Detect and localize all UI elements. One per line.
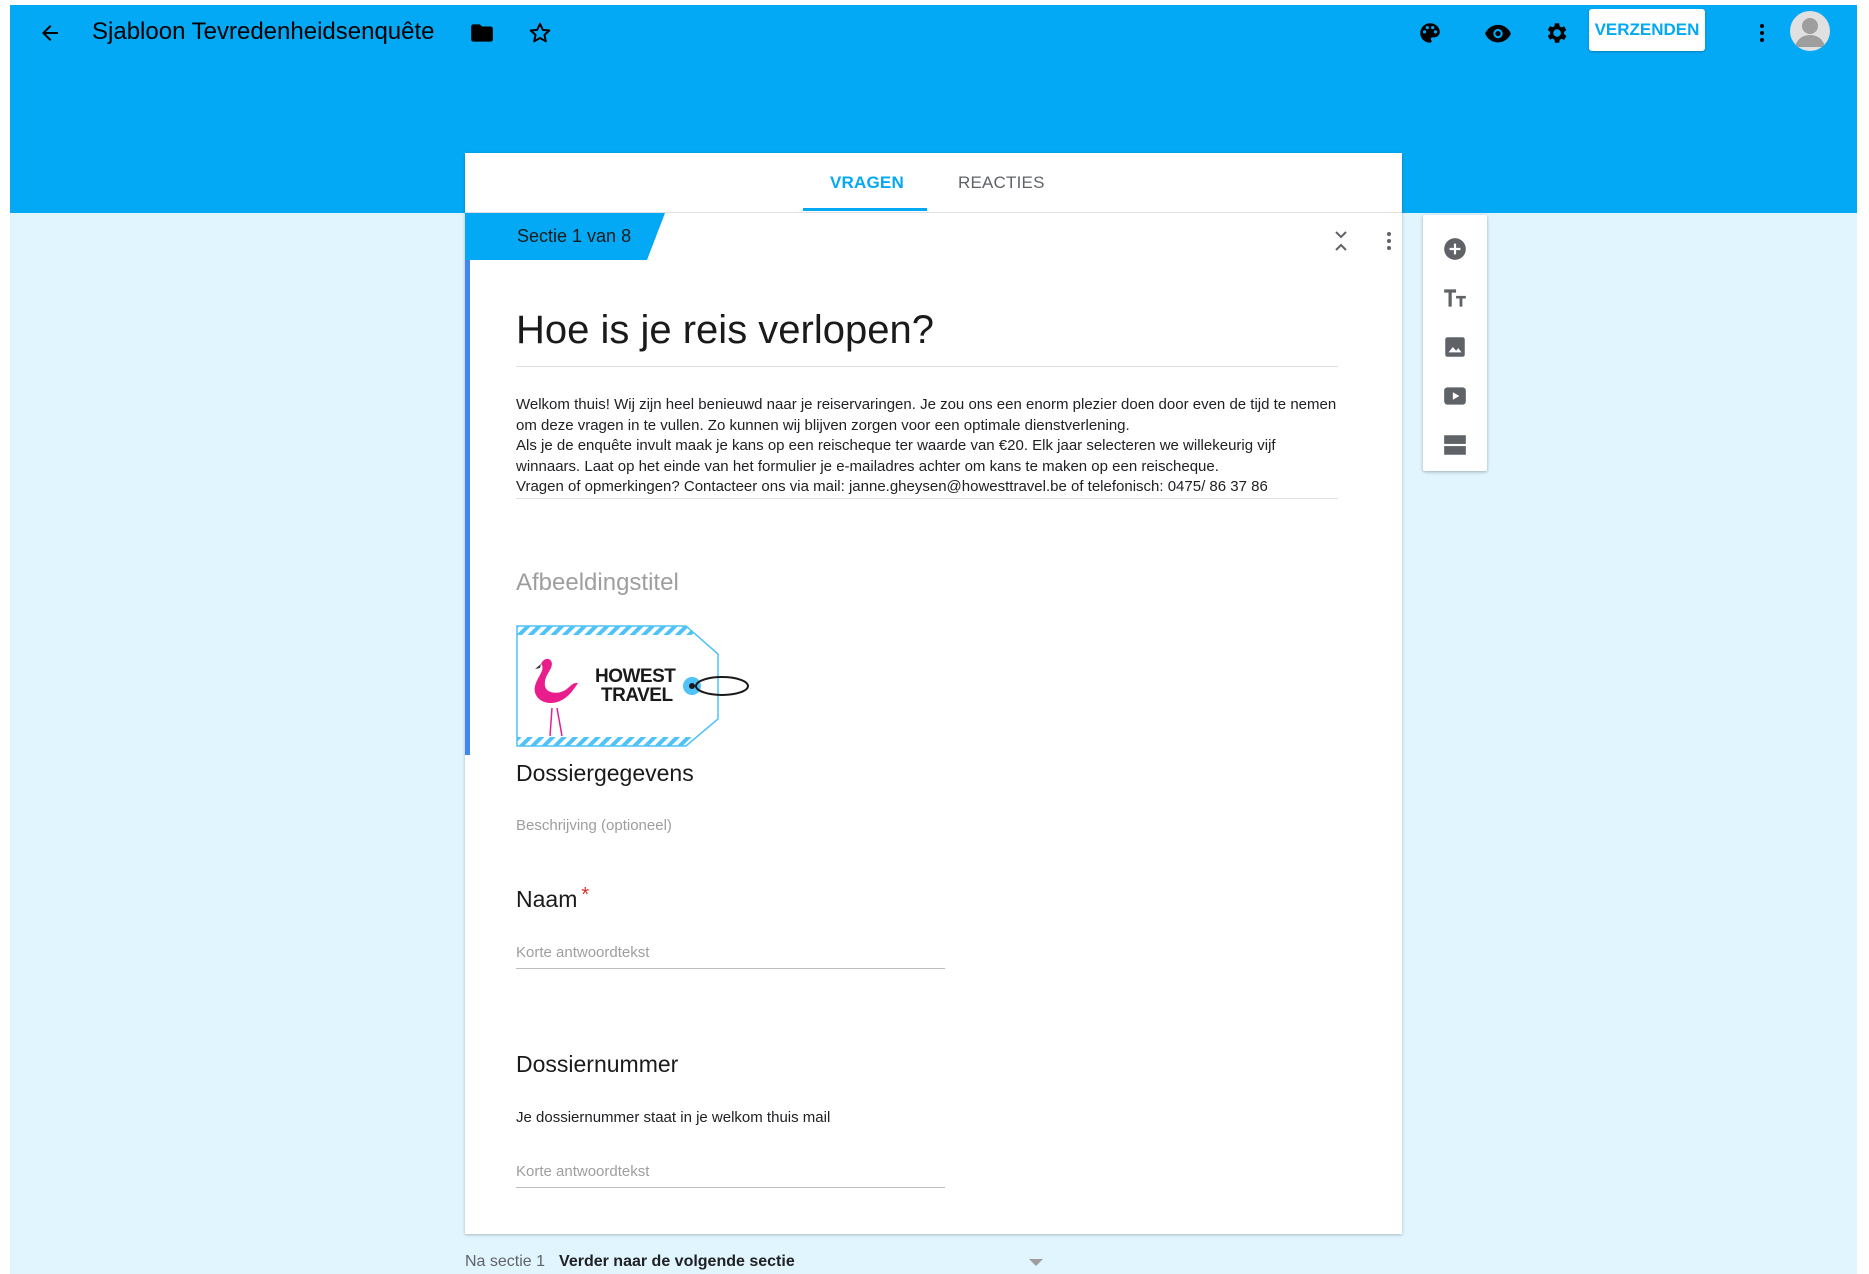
star-icon[interactable]: [524, 17, 556, 49]
title-underline: [516, 366, 1338, 367]
collapse-icon[interactable]: [1327, 227, 1355, 255]
form-title[interactable]: Sjabloon Tevredenheidsenquête: [92, 17, 435, 47]
description-line: Welkom thuis! Wij zijn heel benieuwd naa…: [516, 396, 1337, 413]
title-text-icon[interactable]: [1439, 282, 1471, 314]
selected-item-accent: [465, 260, 470, 755]
short-answer-field: Korte antwoordtekst: [516, 944, 945, 969]
gear-icon[interactable]: [1540, 17, 1572, 49]
description-line: om deze vragen in te vullen. Zo kunnen w…: [516, 416, 1130, 434]
required-marker: *: [581, 884, 590, 906]
tab-vragen[interactable]: VRAGEN: [830, 173, 904, 193]
section-icon[interactable]: [1439, 429, 1471, 461]
question-title-dossiernummer[interactable]: Dossiernummer: [516, 1051, 678, 1078]
active-tab-indicator: [803, 208, 927, 211]
description-line: Als je de enquête invult maak je kans op…: [516, 437, 1276, 454]
question-title-text: Naam: [516, 886, 578, 912]
question-title-naam[interactable]: Naam *: [516, 884, 590, 913]
dropdown-arrow-icon[interactable]: [1026, 1257, 1046, 1269]
short-answer-field: Korte antwoordtekst: [516, 1163, 945, 1188]
form-card: VRAGEN REACTIES Sectie 1 van 8 Hoe is je…: [465, 153, 1402, 1234]
after-section-select[interactable]: Verder naar de volgende sectie: [559, 1253, 795, 1270]
after-section-navigation: Na sectie 1 Verder naar de volgende secti…: [465, 1253, 795, 1271]
section-description[interactable]: Welkom thuis! Wij zijn heel benieuwd naa…: [516, 395, 1376, 498]
item-description-placeholder[interactable]: Beschrijving (optioneel): [516, 817, 672, 834]
howest-travel-logo: HOWEST TRAVEL: [516, 624, 756, 754]
description-line: winnaars. Laat op het einde van het form…: [516, 457, 1219, 475]
eye-icon[interactable]: [1482, 17, 1514, 49]
more-vert-icon[interactable]: [1746, 17, 1778, 49]
palette-icon[interactable]: [1414, 17, 1446, 49]
folder-icon[interactable]: [466, 17, 498, 49]
floating-toolbar: [1423, 215, 1487, 471]
image-title-placeholder[interactable]: Afbeeldingstitel: [516, 569, 679, 597]
logo-text-travel: TRAVEL: [601, 685, 673, 706]
after-section-label: Na sectie 1: [465, 1253, 546, 1270]
section-title[interactable]: Hoe is je reis verlopen?: [516, 308, 934, 353]
tab-bar: VRAGEN REACTIES: [465, 153, 1402, 213]
back-arrow-icon[interactable]: [34, 17, 66, 49]
item-title-dossiergegevens[interactable]: Dossiergegevens: [516, 760, 694, 787]
image-icon[interactable]: [1439, 331, 1471, 363]
add-question-icon[interactable]: [1439, 233, 1471, 265]
send-button[interactable]: VERZENDEN: [1589, 9, 1705, 51]
question-description[interactable]: Je dossiernummer staat in je welkom thui…: [516, 1109, 830, 1126]
section-label: Sectie 1 van 8: [517, 226, 632, 246]
avatar[interactable]: [1790, 11, 1830, 51]
tab-reacties[interactable]: REACTIES: [958, 173, 1045, 193]
toolbar: Sjabloon Tevredenheidsenquête VERZENDEN: [10, 5, 1857, 61]
video-icon[interactable]: [1439, 380, 1471, 412]
description-underline: [516, 498, 1338, 499]
section-more-icon[interactable]: [1375, 227, 1403, 255]
description-line: Vragen of opmerkingen? Contacteer ons vi…: [516, 478, 1268, 495]
form-editor-page: Sjabloon Tevredenheidsenquête VERZENDEN: [10, 5, 1857, 1274]
